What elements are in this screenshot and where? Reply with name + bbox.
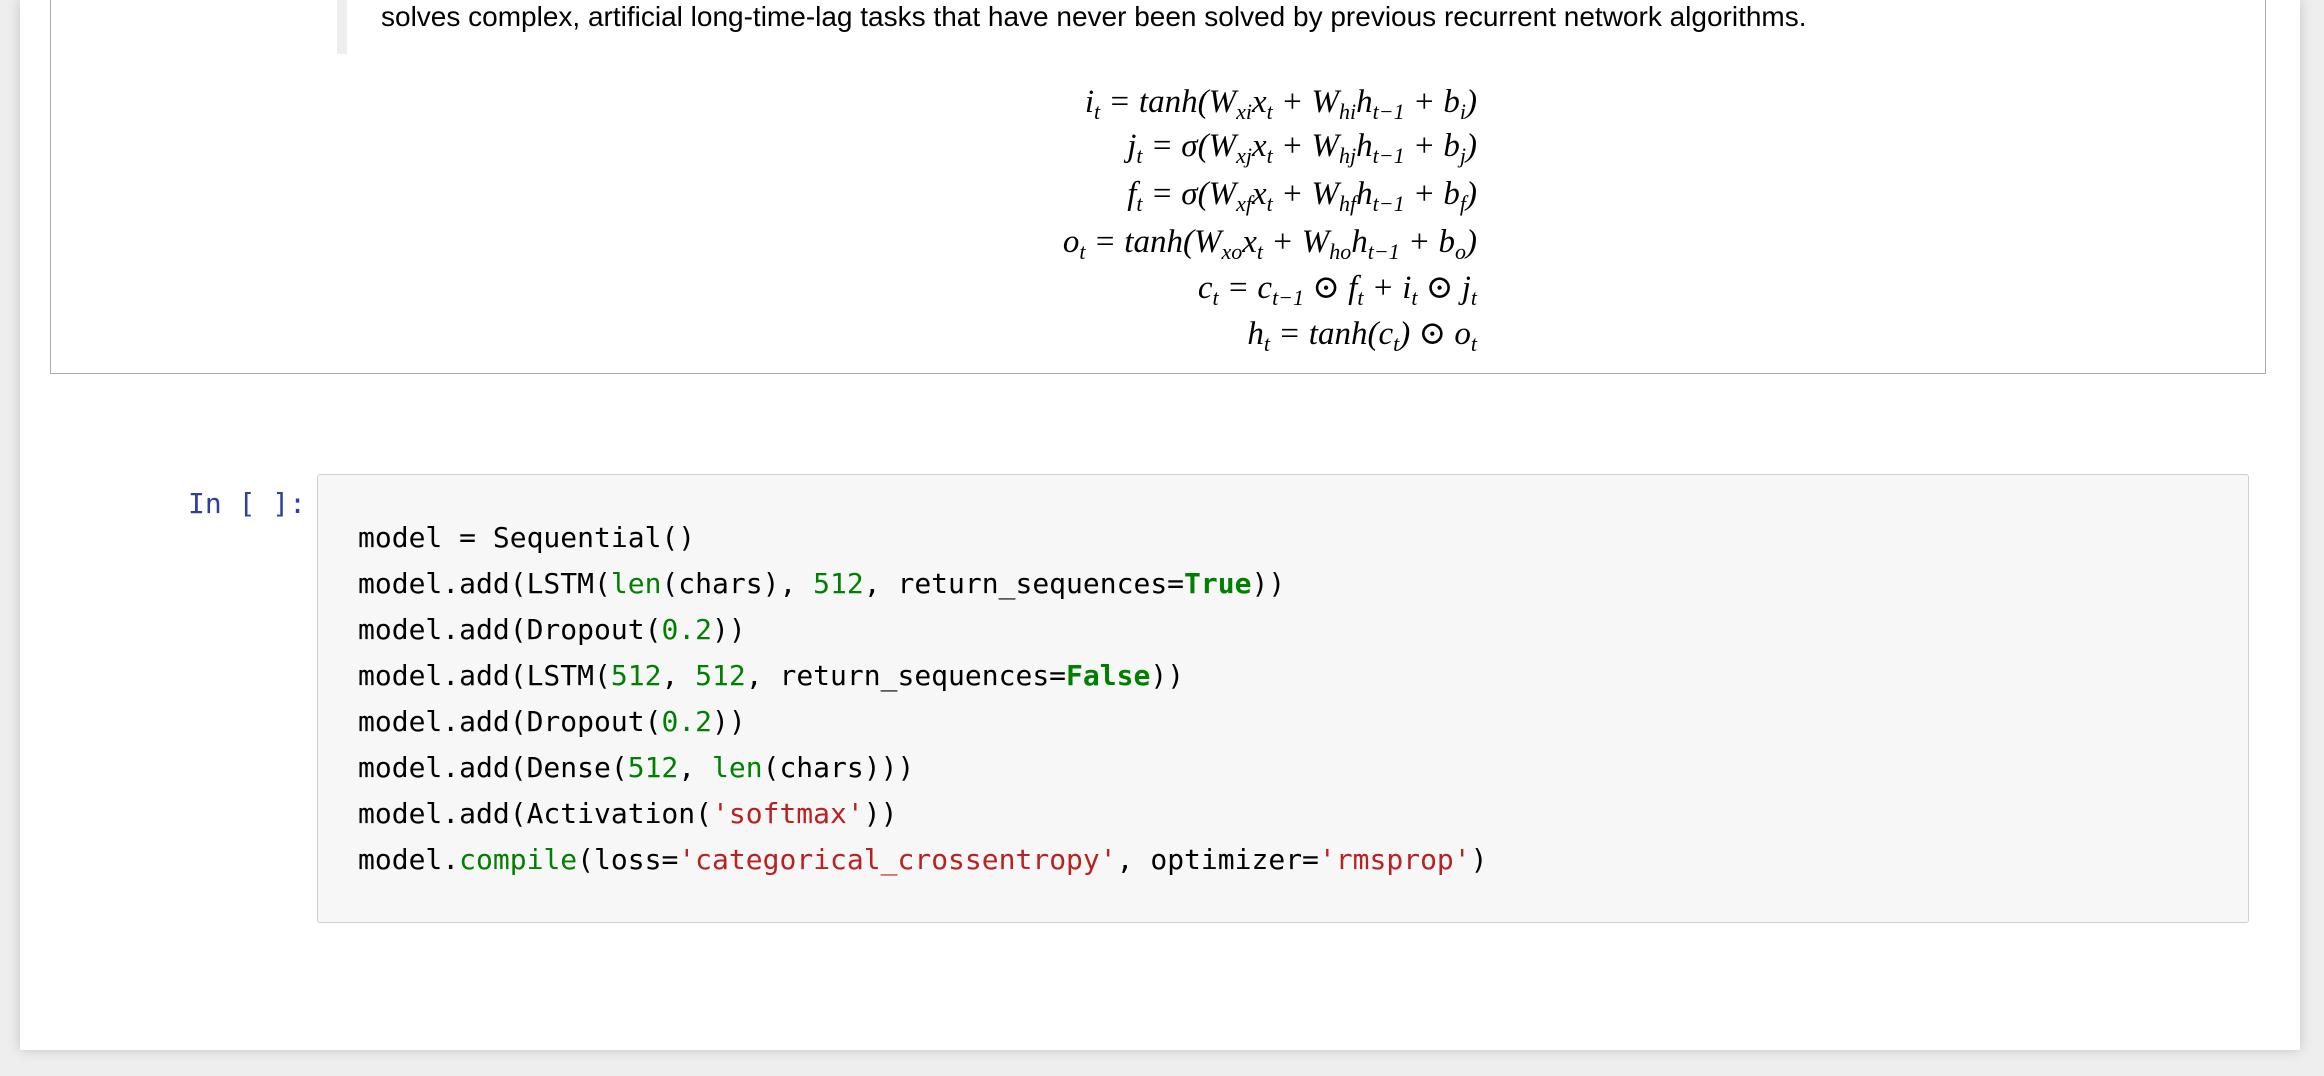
equation-input-gate: it = tanh(Wxixt + Whiht−1 + bi) [1084, 84, 1477, 124]
code-editor[interactable]: model = Sequential() model.add(LSTM(len(c… [358, 515, 1488, 883]
input-prompt: In [ ]: [188, 487, 307, 520]
code-line: model.add(Dropout(0.2)) [358, 613, 746, 646]
equation-cell-state: ct = ct−1 ⊙ ft + it ⊙ jt [1197, 270, 1477, 310]
equation-candidate: jt = σ(Wxjxt + Whjht−1 + bj) [1127, 128, 1477, 168]
code-cell[interactable]: model = Sequential() model.add(LSTM(len(c… [317, 474, 2249, 923]
equation-output-gate: ot = tanh(Wxoxt + Whoht−1 + bo) [1062, 224, 1477, 264]
code-line: model.add(Dropout(0.2)) [358, 705, 746, 738]
code-line: model.add(LSTM(512, 512, return_sequence… [358, 659, 1185, 692]
code-line: model.compile(loss='categorical_crossent… [358, 843, 1488, 876]
notebook-container: solves complex, artificial long-time-lag… [20, 0, 2300, 1050]
equation-forget-gate: ft = σ(Wxfxt + Whfht−1 + bf) [1127, 176, 1477, 216]
code-line: model = Sequential() [358, 521, 696, 554]
markdown-cell[interactable]: solves complex, artificial long-time-lag… [50, 0, 2266, 374]
equation-hidden-state: ht = tanh(ct) ⊙ ot [1247, 316, 1477, 356]
blockquote-bar [337, 0, 347, 54]
code-line: model.add(Activation('softmax')) [358, 797, 898, 830]
code-line: model.add(Dense(512, len(chars))) [358, 751, 915, 784]
code-line: model.add(LSTM(len(chars), 512, return_s… [358, 567, 1286, 600]
blockquote-text: solves complex, artificial long-time-lag… [381, 1, 1807, 32]
